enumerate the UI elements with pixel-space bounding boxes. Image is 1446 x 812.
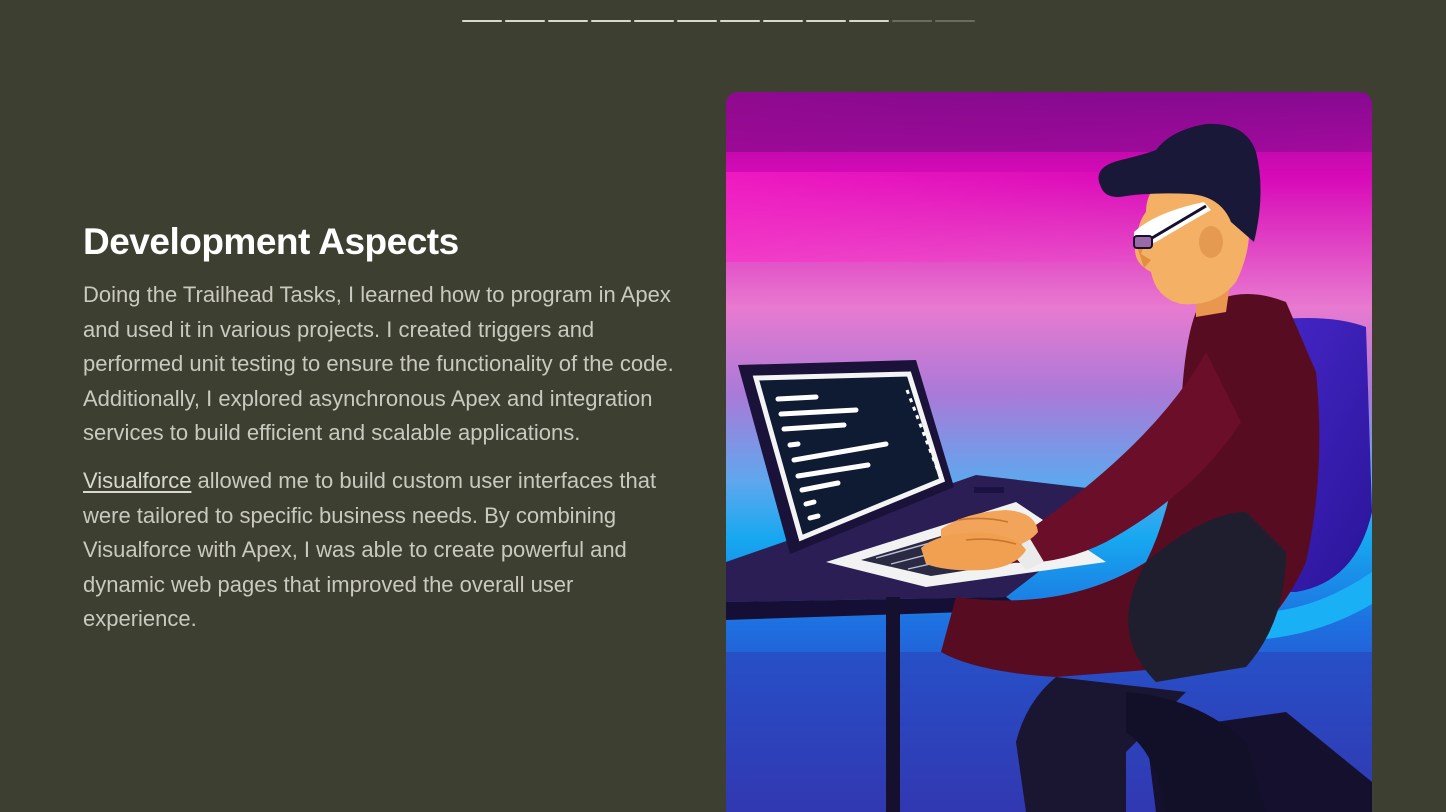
progress-segment-complete[interactable] <box>462 20 502 22</box>
developer-at-laptop-icon <box>726 92 1372 812</box>
progress-segment-complete[interactable] <box>634 20 674 22</box>
paragraph-apex: Doing the Trailhead Tasks, I learned how… <box>83 282 674 446</box>
slide-progress-indicator <box>462 20 975 22</box>
progress-segment-complete[interactable] <box>677 20 717 22</box>
progress-segment-complete[interactable] <box>806 20 846 22</box>
developer-illustration <box>726 92 1372 812</box>
progress-segment-complete[interactable] <box>763 20 803 22</box>
progress-segment-complete[interactable] <box>720 20 760 22</box>
progress-segment-pending[interactable] <box>892 20 932 22</box>
paragraph-visualforce: Visualforce allowed me to build custom u… <box>83 464 688 636</box>
section-title: Development Aspects <box>83 221 459 262</box>
progress-segment-complete[interactable] <box>591 20 631 22</box>
progress-segment-complete[interactable] <box>548 20 588 22</box>
visualforce-link[interactable]: Visualforce <box>83 468 191 493</box>
progress-segment-pending[interactable] <box>935 20 975 22</box>
progress-segment-complete[interactable] <box>849 20 889 22</box>
progress-segment-complete[interactable] <box>505 20 545 22</box>
content-column: Development Aspects Doing the Trailhead … <box>83 220 693 650</box>
